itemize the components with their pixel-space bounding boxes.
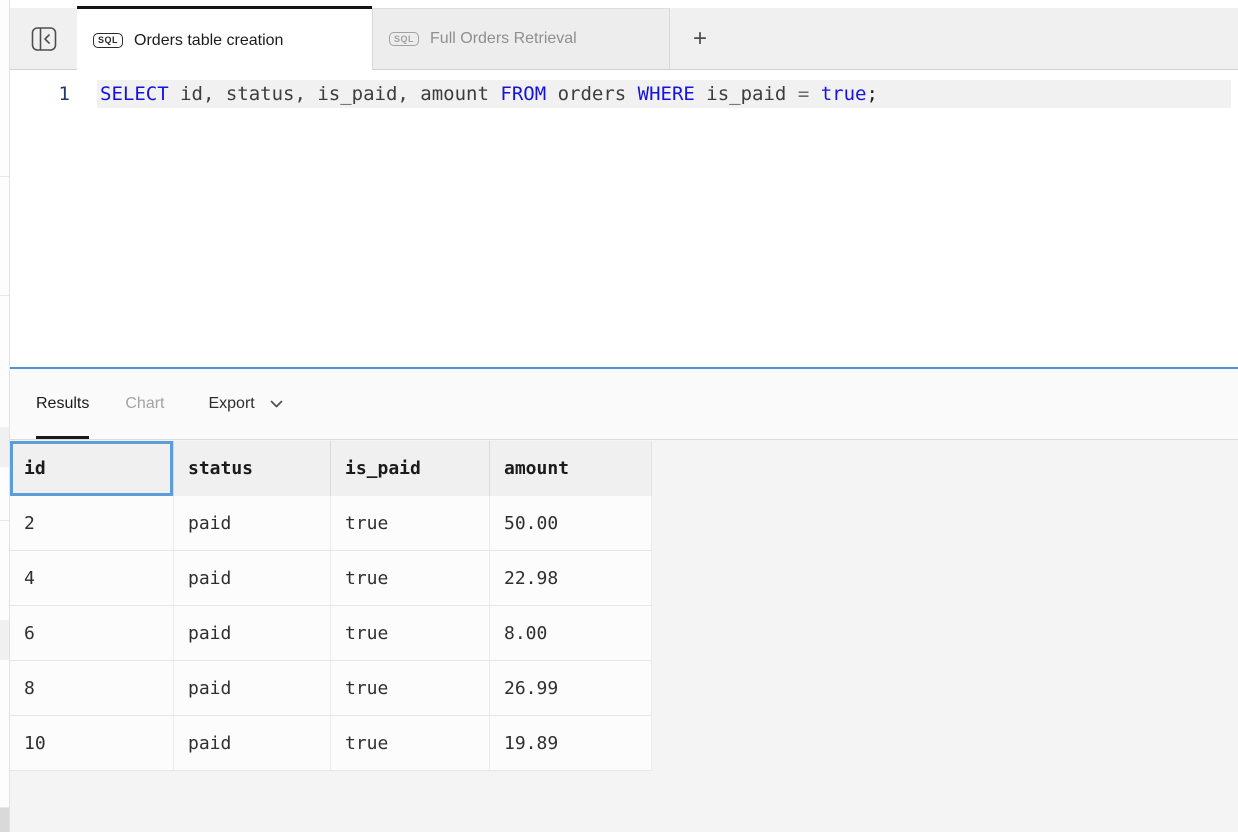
table-cell[interactable]: paid	[174, 716, 331, 770]
table-row: 8paidtrue26.99	[10, 661, 652, 716]
table-cell[interactable]: true	[331, 496, 490, 550]
sql-token-plain: orders	[546, 83, 638, 105]
sql-editor-app: SQL Orders table creation SQL Full Order…	[0, 0, 1238, 832]
chevron-down-icon	[270, 400, 283, 408]
line-number: 1	[10, 83, 97, 105]
table-cell[interactable]: true	[331, 606, 490, 660]
table-cell[interactable]: paid	[174, 661, 331, 715]
results-table-area: id status is_paid amount 2paidtrue50.004…	[10, 440, 1238, 832]
results-table-header: id status is_paid amount	[10, 441, 652, 496]
sql-editor[interactable]: 1 SELECT id, status, is_paid, amount FRO…	[10, 70, 1238, 367]
collapsed-sidebar-sliver	[0, 0, 10, 832]
column-header-amount[interactable]: amount	[490, 441, 652, 496]
table-cell[interactable]: 2	[10, 496, 174, 550]
table-row: 10paidtrue19.89	[10, 716, 652, 771]
export-button[interactable]: Export	[208, 369, 282, 439]
table-cell[interactable]: true	[331, 716, 490, 770]
column-header-id[interactable]: id	[10, 441, 174, 496]
collapse-sidebar-button[interactable]	[29, 24, 59, 54]
table-row: 2paidtrue50.00	[10, 496, 652, 551]
table-cell[interactable]: paid	[174, 606, 331, 660]
tab-chart[interactable]: Chart	[125, 369, 164, 439]
column-header-is_paid[interactable]: is_paid	[331, 441, 490, 496]
table-cell[interactable]: 10	[10, 716, 174, 770]
tab-full-orders-retrieval[interactable]: SQL Full Orders Retrieval	[372, 8, 670, 69]
sql-badge-icon: SQL	[389, 32, 419, 47]
new-tab-button[interactable]: +	[670, 8, 730, 69]
table-row: 6paidtrue8.00	[10, 606, 652, 661]
sidebar-divider	[0, 176, 9, 177]
sql-token-punct: ;	[866, 83, 877, 105]
sql-token-plain	[809, 83, 820, 105]
sql-badge-icon: SQL	[93, 33, 123, 48]
table-row: 4paidtrue22.98	[10, 551, 652, 606]
table-cell[interactable]: paid	[174, 551, 331, 605]
tab-orders-table-creation[interactable]: SQL Orders table creation	[77, 6, 372, 72]
table-cell[interactable]: 50.00	[490, 496, 652, 550]
sidebar-item-fragment	[0, 427, 9, 467]
tab-results[interactable]: Results	[36, 369, 89, 439]
tab-results-label: Results	[36, 395, 89, 413]
tab-chart-label: Chart	[125, 395, 164, 413]
results-panel: Results Chart Export id	[10, 369, 1238, 832]
sql-token-plain: id, status, is_paid, amount	[169, 83, 501, 105]
sql-token-keyword: WHERE	[638, 83, 695, 105]
sql-token-plain: is_paid	[695, 83, 798, 105]
table-cell[interactable]: 8	[10, 661, 174, 715]
sidebar-item-fragment	[0, 808, 9, 832]
export-label: Export	[208, 395, 254, 413]
table-cell[interactable]: 8.00	[490, 606, 652, 660]
sql-token-keyword: FROM	[500, 83, 546, 105]
sidebar-item-fragment	[0, 620, 9, 660]
table-cell[interactable]: 4	[10, 551, 174, 605]
results-toolbar: Results Chart Export	[10, 369, 1238, 440]
sidebar-divider	[0, 520, 9, 521]
table-cell[interactable]: 6	[10, 606, 174, 660]
query-tab-bar: SQL Orders table creation SQL Full Order…	[10, 8, 1238, 70]
table-cell[interactable]: paid	[174, 496, 331, 550]
column-header-status[interactable]: status	[174, 441, 331, 496]
results-table-body: 2paidtrue50.004paidtrue22.986paidtrue8.0…	[10, 496, 652, 771]
sql-token-keyword: true	[821, 83, 867, 105]
table-cell[interactable]: 22.98	[490, 551, 652, 605]
table-cell[interactable]: true	[331, 551, 490, 605]
collapse-area	[10, 8, 77, 69]
sidebar-divider	[0, 295, 9, 296]
table-cell[interactable]: true	[331, 661, 490, 715]
code-line-1: 1 SELECT id, status, is_paid, amount FRO…	[10, 80, 1238, 108]
collapse-sidebar-icon	[31, 26, 57, 52]
table-cell[interactable]: 26.99	[490, 661, 652, 715]
sql-token-operator: =	[798, 83, 809, 105]
active-code-line[interactable]: SELECT id, status, is_paid, amount FROM …	[97, 80, 1231, 108]
sql-token-keyword: SELECT	[100, 83, 169, 105]
results-table: id status is_paid amount 2paidtrue50.004…	[10, 441, 652, 771]
tab-label: Orders table creation	[134, 32, 283, 50]
plus-icon: +	[693, 25, 707, 53]
table-cell[interactable]: 19.89	[490, 716, 652, 770]
tab-label: Full Orders Retrieval	[430, 30, 577, 48]
